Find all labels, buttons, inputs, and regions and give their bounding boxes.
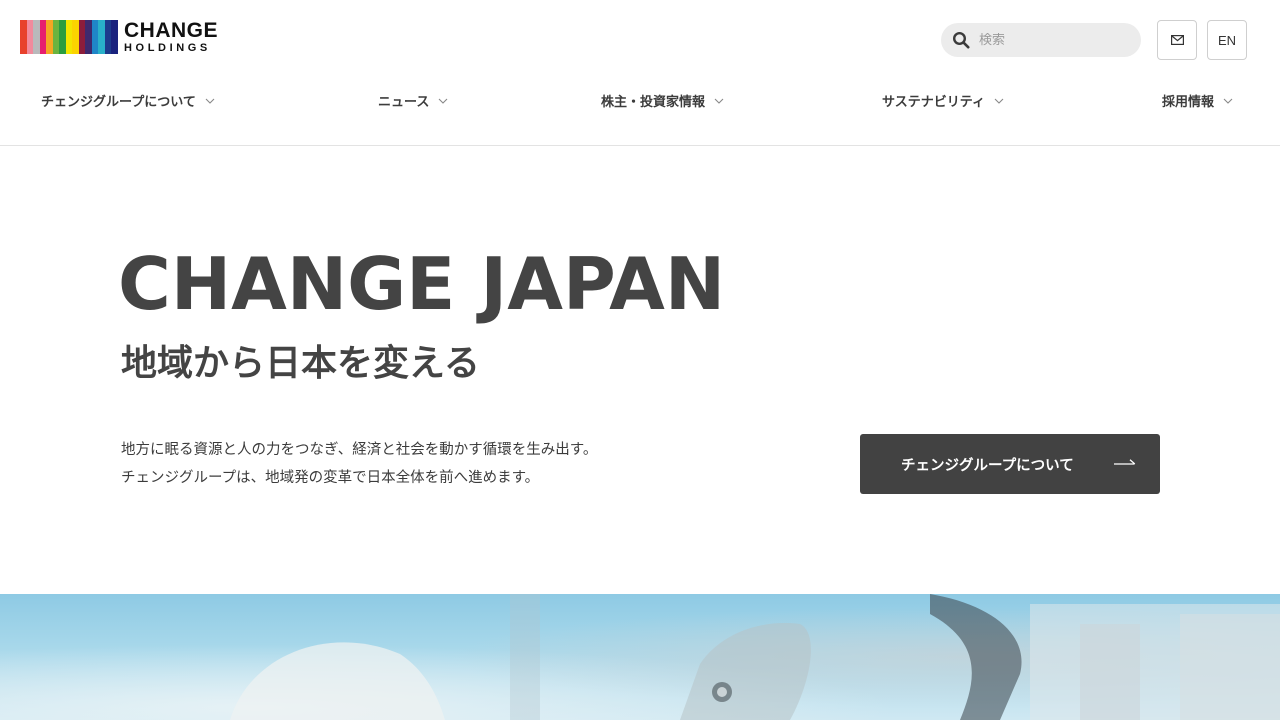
chevron-down-icon [714,98,724,104]
mail-icon [1170,35,1184,45]
nav-item-label: 株主・投資家情報 [601,95,706,110]
nav-item-label: チェンジグループについて [41,95,196,110]
logo-name: CHANGE [124,19,219,42]
hero-description: 地方に眠る資源と人の力をつなぎ、経済と社会を動かす循環を生み出す。 チェンジグル… [121,436,597,492]
arrow-right-icon [1114,459,1136,465]
logo-wordmark: CHANGE HOLDINGS [124,20,218,54]
logo-color-stripes [20,20,118,54]
hero-photo-illustration [0,594,1280,720]
chevron-down-icon [438,98,448,104]
nav-item-ir[interactable]: 株主・投資家情報 [601,91,724,110]
hero-photo [0,594,1280,720]
nav-item-recruit[interactable]: 採用情報 [1162,91,1233,110]
search-box[interactable] [941,23,1141,57]
about-group-button-label: チェンジグループについて [901,457,1074,474]
nav-item-label: 採用情報 [1162,95,1215,110]
logo-stripe [111,20,118,54]
about-group-button[interactable]: チェンジグループについて [860,434,1160,494]
hero-subtitle: 地域から日本を変える [121,343,480,384]
hero-description-line: チェンジグループは、地域発の変革で日本全体を前へ進めます。 [121,470,540,486]
nav-item-label: ニュース [378,95,430,110]
contact-mail-button[interactable] [1157,20,1197,60]
chevron-down-icon [994,98,1004,104]
search-input[interactable] [979,32,1129,48]
site-header: CHANGE HOLDINGS EN チェンジグループについて ニュース 株主・… [0,0,1280,146]
nav-item-about[interactable]: チェンジグループについて [41,91,215,110]
hero-description-line: 地方に眠る資源と人の力をつなぎ、経済と社会を動かす循環を生み出す。 [121,442,598,458]
language-switch-button[interactable]: EN [1207,20,1247,60]
hero-title: CHANGE JAPAN [118,242,726,326]
search-icon [952,31,970,49]
logo-subname: HOLDINGS [124,42,211,54]
global-nav: チェンジグループについて ニュース 株主・投資家情報 サステナビリティ 採用情報 [0,91,1280,115]
chevron-down-icon [1223,98,1233,104]
nav-item-label: サステナビリティ [882,95,985,110]
nav-item-sustainability[interactable]: サステナビリティ [882,91,1004,110]
company-logo[interactable]: CHANGE HOLDINGS [20,20,218,54]
chevron-down-icon [205,98,215,104]
nav-item-news[interactable]: ニュース [378,91,448,110]
